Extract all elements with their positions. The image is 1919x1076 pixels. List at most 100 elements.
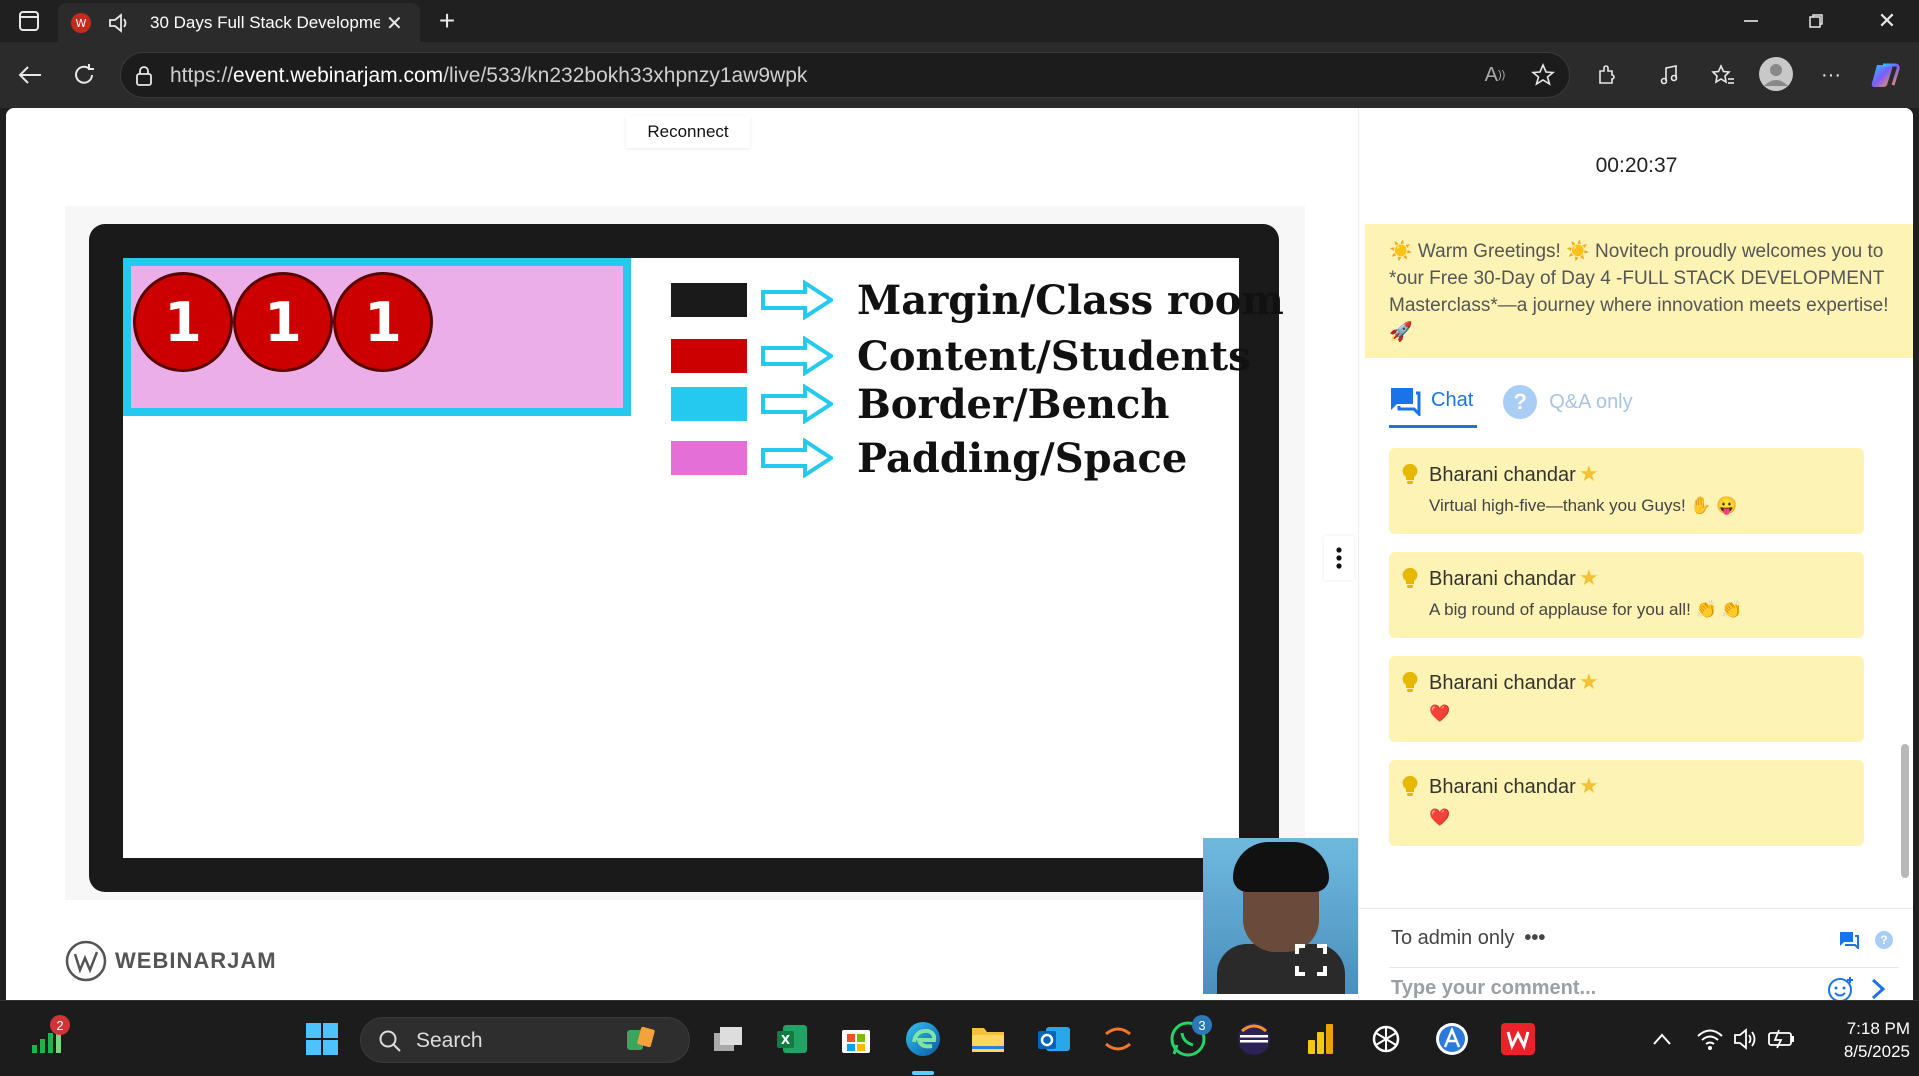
media-controls-icon[interactable] [1654, 62, 1684, 88]
jupyter-icon[interactable] [1098, 1019, 1138, 1059]
extensions-icon[interactable] [1592, 62, 1622, 88]
presentation-video[interactable]: 1 1 1 Margin/Class room Content/Students [65, 206, 1358, 994]
active-app-indicator [912, 1071, 934, 1075]
microsoft-store-icon[interactable] [836, 1019, 876, 1059]
windows-start-icon[interactable] [302, 1019, 342, 1059]
message-text: Virtual high-five—thank you Guys! ✋ 😛 [1429, 496, 1738, 515]
file-explorer-icon[interactable] [968, 1019, 1008, 1059]
announcement-banner: ☀️ Warm Greetings! ☀️ Novitech proudly w… [1365, 224, 1913, 358]
tab-chat[interactable]: Chat [1389, 376, 1478, 428]
browser-tab-active[interactable]: W 30 Days Full Stack Development ✕ [58, 3, 420, 42]
lock-icon[interactable] [132, 64, 156, 88]
chat-message: Bharani chandar ★ A big round of applaus… [1389, 552, 1864, 638]
search-label: Search [416, 1029, 483, 1052]
emoji-add-icon[interactable] [1827, 975, 1855, 1000]
url-text[interactable]: https://event.webinarjam.com/live/533/kn… [170, 64, 807, 88]
chat-tabs: Chat ? Q&A only [1389, 376, 1633, 428]
restore-icon[interactable] [1801, 8, 1831, 34]
clock-time: 7:18 PM [1846, 1019, 1910, 1038]
reconnect-button[interactable]: Reconnect [626, 116, 750, 148]
tab-actions-icon[interactable] [16, 8, 42, 34]
presenter-camera[interactable] [1203, 838, 1358, 994]
red-circle: 1 [133, 272, 233, 372]
legend-swatch-black [671, 283, 747, 317]
message-author: Bharani chandar [1429, 568, 1576, 590]
arrow-right-icon [761, 280, 833, 320]
speaker-icon[interactable] [106, 11, 132, 35]
chat-message-list[interactable]: Bharani chandar ★ Virtual high-five—than… [1389, 448, 1869, 888]
chatgpt-icon[interactable] [1366, 1019, 1406, 1059]
tab-qa[interactable]: ? Q&A only [1503, 376, 1633, 428]
legend-swatch-cyan [671, 387, 747, 421]
chat-scrollbar[interactable] [1901, 744, 1909, 878]
system-clock[interactable]: 7:18 PM 8/5/2025 [1800, 1017, 1910, 1063]
profile-avatar-icon[interactable] [1758, 56, 1794, 92]
arrow-right-icon [761, 336, 833, 376]
wifi-icon[interactable] [1690, 1019, 1730, 1059]
new-tab-icon[interactable]: + [432, 5, 462, 36]
svg-text:X: X [781, 1033, 791, 1047]
message-author: Bharani chandar [1429, 672, 1576, 694]
chevron-up-icon[interactable] [1642, 1019, 1682, 1059]
fullscreen-icon[interactable] [1293, 942, 1329, 978]
message-text: A big round of applause for you all! 👏 👏 [1429, 600, 1743, 619]
lightbulb-icon [1402, 671, 1418, 692]
legend-row-content: Content/Students [671, 332, 1251, 380]
legend-swatch-red [671, 339, 747, 373]
webinarjam-brand: WEBINARJAM [65, 940, 277, 982]
more-options-vertical-icon[interactable] [1324, 536, 1354, 580]
legend-row-margin: Margin/Class room [671, 276, 1284, 324]
excel-icon[interactable]: X [772, 1019, 812, 1059]
legend-label: Content/Students [857, 332, 1251, 380]
windows-taskbar: 2 Search X 3 7:18 PM 8/5/2025 [0, 1000, 1919, 1076]
send-arrow-icon[interactable] [1869, 977, 1887, 1000]
more-options-icon[interactable]: ··· [1816, 62, 1846, 88]
url-path: /live/533/kn232bokh33xhpnzy1aw9wpk [443, 64, 808, 87]
back-icon[interactable] [14, 60, 46, 90]
comment-input[interactable] [1391, 973, 1821, 1000]
webinar-page: Reconnect 1 1 1 Margin/Class room Conten… [6, 108, 1913, 1000]
svg-text:W: W [76, 17, 87, 30]
slide: 1 1 1 Margin/Class room Content/Students [123, 258, 1284, 858]
outlook-icon[interactable] [1034, 1019, 1074, 1059]
tab-title: 30 Days Full Stack Development [150, 13, 380, 32]
close-window-icon[interactable]: ✕ [1872, 8, 1902, 34]
signal-badge: 2 [50, 1015, 70, 1035]
legend-row-border: Border/Bench [671, 380, 1169, 428]
minimize-icon[interactable] [1736, 8, 1766, 34]
chat-message: Bharani chandar ★ ❤️ [1389, 656, 1864, 742]
chat-message: Bharani chandar ★ ❤️ [1389, 760, 1864, 846]
message-text: ❤️ [1429, 808, 1451, 827]
eclipse-icon[interactable] [1234, 1019, 1274, 1059]
refresh-icon[interactable] [68, 60, 100, 90]
browser-titlebar: W 30 Days Full Stack Development ✕ + ✕ [0, 0, 1919, 42]
lightbulb-icon [1402, 567, 1418, 588]
power-bi-icon[interactable] [1300, 1019, 1340, 1059]
message-author: Bharani chandar [1429, 776, 1576, 798]
battery-icon[interactable] [1762, 1019, 1802, 1059]
favorite-star-icon[interactable] [1528, 62, 1558, 88]
input-divider [1389, 967, 1899, 968]
wps-office-icon[interactable] [1498, 1019, 1538, 1059]
edge-browser-icon[interactable] [903, 1019, 943, 1059]
chat-small-icon[interactable] [1839, 931, 1859, 949]
app-a-icon[interactable] [1432, 1019, 1472, 1059]
recipient-selector[interactable]: To admin only ••• [1391, 927, 1545, 950]
star-icon: ★ [1579, 565, 1599, 590]
search-highlight-icon[interactable] [622, 1019, 662, 1059]
presenter-hair [1233, 842, 1329, 892]
favorites-collection-icon[interactable] [1708, 62, 1738, 88]
copilot-icon[interactable] [1868, 58, 1902, 92]
close-tab-icon[interactable]: ✕ [386, 11, 403, 36]
legend-label: Border/Bench [857, 380, 1170, 428]
message-text: ❤️ [1429, 704, 1451, 723]
volume-icon[interactable] [1726, 1019, 1766, 1059]
legend-label: Padding/Space [857, 434, 1188, 482]
tab-qa-label: Q&A only [1549, 390, 1633, 413]
task-view-icon[interactable] [708, 1019, 748, 1059]
lightbulb-icon [1402, 775, 1418, 796]
recipient-more-icon[interactable]: ••• [1524, 927, 1545, 950]
question-small-icon[interactable]: ? [1875, 931, 1893, 949]
chat-bubble-icon [1391, 387, 1421, 416]
read-aloud-icon[interactable]: A)) [1480, 62, 1510, 88]
